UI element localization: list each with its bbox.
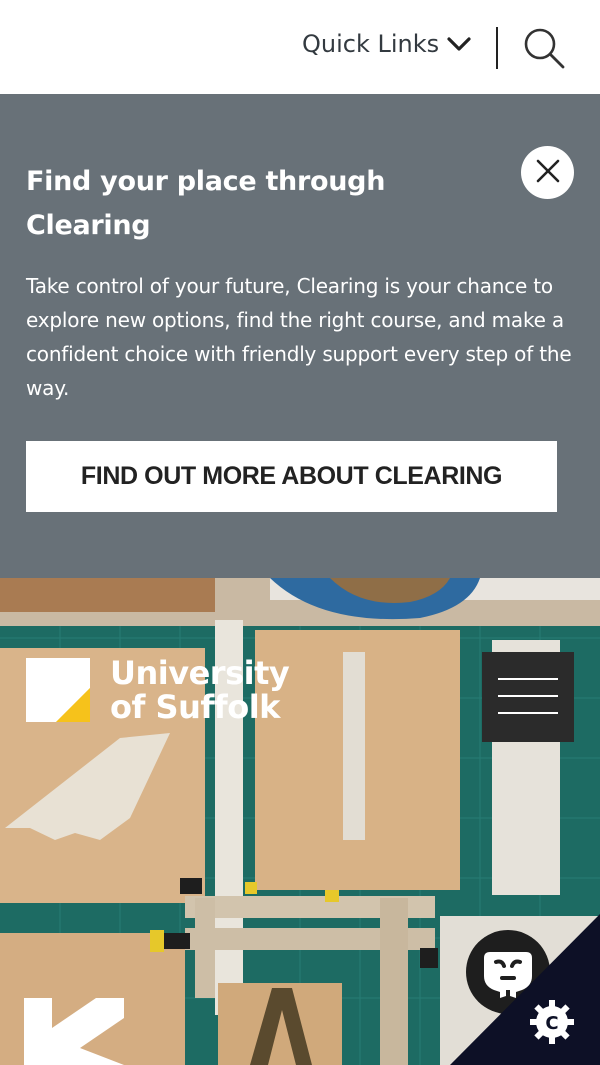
logo-mark-icon <box>26 658 90 722</box>
site-header: Quick Links <box>0 0 600 94</box>
banner-close-button[interactable] <box>521 146 574 199</box>
quick-links-dropdown[interactable]: Quick Links <box>302 30 471 58</box>
logo-line2: of Suffolk <box>110 688 280 726</box>
hero-section: University of Suffolk C <box>0 578 600 1065</box>
cookie-settings-icon: C <box>528 998 576 1051</box>
university-logo[interactable]: University of Suffolk <box>26 654 290 726</box>
menu-button[interactable] <box>482 652 574 742</box>
find-out-more-clearing-button[interactable]: FIND OUT MORE ABOUT CLEARING <box>26 441 557 512</box>
hamburger-menu-icon <box>498 712 558 714</box>
banner-title-line1: Find your place through <box>26 166 386 197</box>
quick-links-label: Quick Links <box>302 30 440 58</box>
hamburger-menu-icon <box>498 678 558 680</box>
chevron-down-icon <box>447 32 471 56</box>
banner-title: Find your place through Clearing <box>26 160 466 248</box>
search-button[interactable] <box>522 26 566 70</box>
hamburger-menu-icon <box>498 695 558 697</box>
cookie-letter: C <box>545 1013 558 1034</box>
logo-wordmark: University of Suffolk <box>110 654 290 726</box>
search-icon <box>522 28 566 74</box>
header-divider <box>496 27 498 69</box>
banner-title-line2: Clearing <box>26 210 151 241</box>
banner-description: Take control of your future, Clearing is… <box>26 274 572 400</box>
logo-line1: University <box>110 654 290 692</box>
close-icon <box>535 158 561 187</box>
clearing-banner: Find your place through Clearing Take co… <box>0 94 600 578</box>
cookie-settings-button[interactable]: C <box>450 914 600 1065</box>
